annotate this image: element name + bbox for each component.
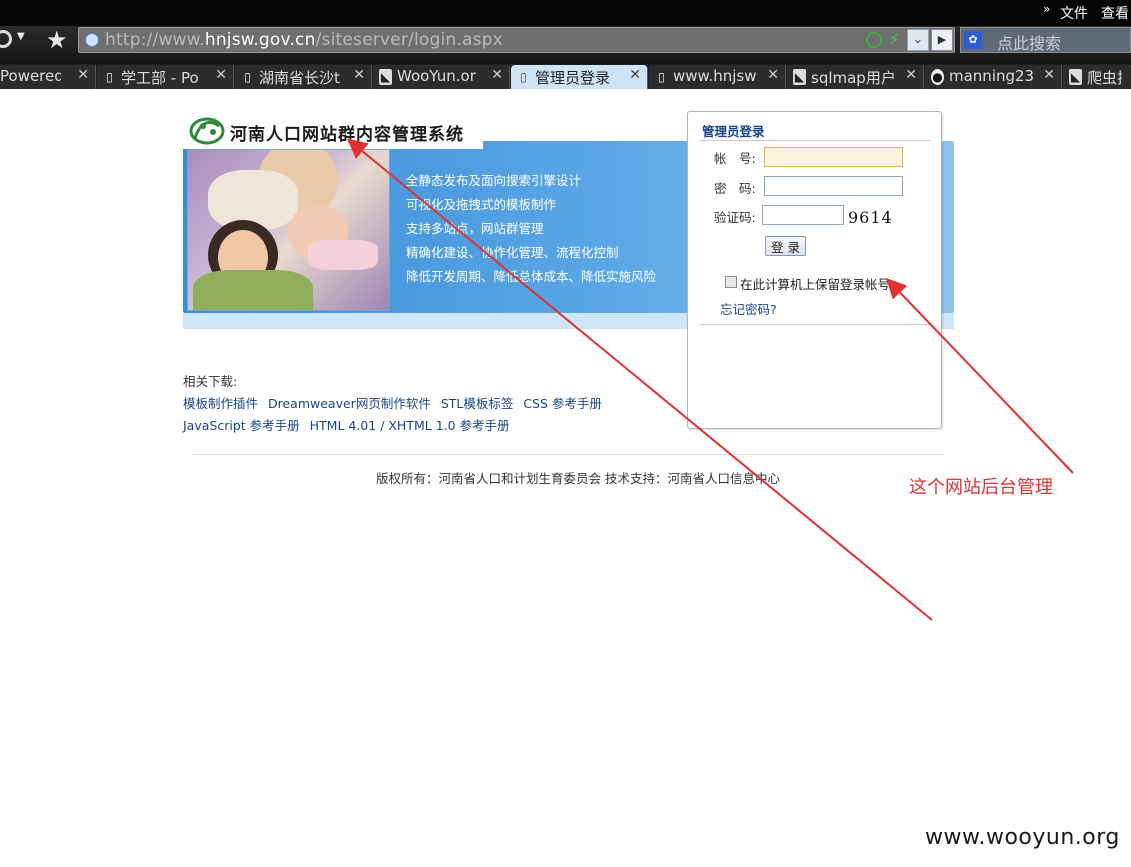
remember-label[interactable]: 在此计算机上保留登录帐号 <box>740 274 890 293</box>
captcha-label: 验证码: <box>714 210 756 225</box>
tab[interactable]: ◣ sqlmap用户 ✕ <box>787 65 924 89</box>
tab[interactable]: ▯ 湖南省长沙t ✕ <box>235 65 372 89</box>
captcha-image[interactable]: 9614 <box>848 208 893 227</box>
related-downloads: 相关下载: 模板制作插件 Dreamweaver网页制作软件 STL模板标签 C… <box>183 371 673 437</box>
page-icon: ▯ <box>106 70 113 84</box>
menu-view[interactable]: 查看 <box>1101 3 1129 23</box>
password-input[interactable] <box>764 176 903 196</box>
footer-divider <box>193 454 944 455</box>
reload-icon[interactable] <box>0 30 12 48</box>
browser-window: » 文件 查看 ▼ ★ http://www.hnjsw.gov.cn/site… <box>0 0 1131 867</box>
search-placeholder: 点此搜索 <box>997 34 1062 53</box>
page-icon: ▯ <box>658 70 665 84</box>
github-icon: ● <box>931 69 944 85</box>
page-icon: ▯ <box>244 70 251 84</box>
divider <box>700 140 930 141</box>
address-field[interactable]: http://www.hnjsw.gov.cn/siteserver/login… <box>78 27 955 53</box>
download-link[interactable]: STL模板标签 <box>441 396 514 411</box>
site-logo-icon <box>189 117 225 145</box>
feature-item: 降低开发周期、降低总体成本、降低实施风险 <box>406 269 657 284</box>
wooyun-icon: ◣ <box>793 69 806 85</box>
wooyun-icon: ◣ <box>1069 69 1082 85</box>
downloads-heading: 相关下载: <box>183 374 238 389</box>
download-link[interactable]: 模板制作插件 <box>183 396 258 411</box>
login-panel: 管理员登录 帐 号: 密 码: 验证码: 9614 登 录 在此计算机上保留登录… <box>687 111 942 429</box>
close-tab-icon[interactable]: ✕ <box>905 67 917 83</box>
wooyun-icon: ◣ <box>379 69 392 85</box>
close-tab-icon[interactable]: ✕ <box>215 67 227 83</box>
login-title: 管理员登录 <box>702 124 765 139</box>
feature-item: 支持多站点，网站群管理 <box>406 221 544 236</box>
tab[interactable]: ● manning23 ✕ <box>925 65 1062 89</box>
overflow-chevron-icon[interactable]: » <box>1043 2 1050 16</box>
close-tab-icon[interactable]: ✕ <box>767 67 779 83</box>
annotation-text: 这个网站后台管理 <box>909 477 1053 498</box>
search-field[interactable]: ✿ 点此搜索 <box>960 27 1131 53</box>
feature-item: 可视化及拖拽式的模板制作 <box>406 197 557 212</box>
feature-list: 全静态发布及面向搜索引擎设计 可视化及拖拽式的模板制作 支持多站点，网站群管理 … <box>406 169 656 289</box>
url-history-dropdown[interactable]: ⌄ <box>907 29 929 51</box>
download-link[interactable]: Dreamweaver网页制作软件 <box>268 396 431 411</box>
dropdown-arrow-icon[interactable]: ▼ <box>17 31 25 42</box>
feature-item: 精确化建设、协作化管理、流程化控制 <box>406 245 619 260</box>
tab-active[interactable]: ▯ 管理员登录 ✕ <box>511 65 648 89</box>
go-button[interactable]: ▶ <box>931 29 953 51</box>
tab[interactable]: ▯ www.hnjsw ✕ <box>649 65 786 89</box>
menu-file[interactable]: 文件 <box>1060 3 1088 23</box>
captcha-input[interactable] <box>762 205 844 225</box>
tab-strip: Powered b ✕ ▯ 学工部 - Po ✕ ▯ 湖南省长沙t ✕ ◣ Wo… <box>0 64 1131 89</box>
account-input[interactable] <box>764 147 903 167</box>
site-header: 河南人口网站群内容管理系统 <box>183 113 483 149</box>
close-tab-icon[interactable]: ✕ <box>491 67 503 83</box>
download-link[interactable]: JavaScript 参考手册 <box>183 418 300 433</box>
account-label: 帐 号: <box>714 151 756 166</box>
close-tab-icon[interactable]: ✕ <box>1043 67 1055 83</box>
site-favicon-icon <box>85 33 99 47</box>
speed-mode-icon[interactable]: ⚡ <box>889 30 900 48</box>
family-photo <box>187 149 390 311</box>
tab[interactable]: Powered b ✕ <box>0 65 96 89</box>
remember-checkbox[interactable] <box>725 276 737 288</box>
copyright-text: 版权所有：河南省人口和计划生育委员会 技术支持：河南省人口信息中心 <box>376 471 780 486</box>
bookmark-star-icon[interactable]: ★ <box>46 26 68 54</box>
site-title: 河南人口网站群内容管理系统 <box>230 125 464 145</box>
password-label: 密 码: <box>714 181 756 196</box>
login-button[interactable]: 登 录 <box>765 236 806 256</box>
close-tab-icon[interactable]: ✕ <box>353 67 365 83</box>
forgot-password-link[interactable]: 忘记密码? <box>720 299 777 318</box>
divider <box>700 324 930 325</box>
close-tab-icon[interactable]: ✕ <box>77 67 89 83</box>
tab[interactable]: ◣ WooYun.or ✕ <box>373 65 510 89</box>
security-status-icon[interactable] <box>866 32 882 48</box>
feature-item: 全静态发布及面向搜索引擎设计 <box>406 173 582 188</box>
menu-bar: » 文件 查看 <box>0 0 1131 26</box>
tab[interactable]: ▯ 学工部 - Po ✕ <box>97 65 234 89</box>
close-tab-icon[interactable]: ✕ <box>629 67 641 83</box>
download-link[interactable]: HTML 4.01 / XHTML 1.0 参考手册 <box>310 418 510 433</box>
url-text: http://www.hnjsw.gov.cn/siteserver/login… <box>105 30 503 50</box>
page-icon: ▯ <box>520 70 527 84</box>
download-link[interactable]: CSS 参考手册 <box>523 396 602 411</box>
watermark: www.wooyun.org <box>925 825 1120 850</box>
tab[interactable]: ◣ 爬虫技 <box>1063 65 1131 89</box>
baidu-paw-icon[interactable]: ✿ <box>964 31 982 49</box>
